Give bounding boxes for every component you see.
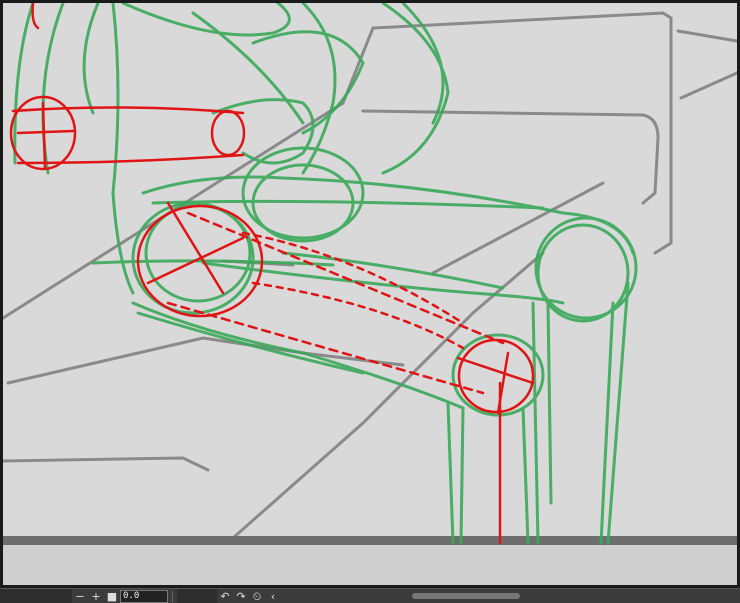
zoom-out-button[interactable]: − — [72, 590, 88, 603]
collapse-button[interactable]: ‹ — [265, 590, 281, 603]
floor-area — [3, 545, 737, 585]
horizontal-scrollbar[interactable] — [296, 591, 736, 601]
zoom-input[interactable]: 0.0 — [120, 589, 168, 603]
chevron-left-icon: ‹ — [270, 589, 276, 603]
canvas-navigation-bar: − + ■ 0.0 ↶ ↷ ⏲ ‹ — [0, 588, 740, 603]
zoom-in-button[interactable]: + — [88, 590, 104, 603]
drawing-canvas[interactable] — [3, 3, 737, 585]
square-icon: ■ — [106, 589, 118, 603]
canvas-frame — [0, 0, 740, 588]
reset-rotation-button[interactable]: ⏲ — [249, 590, 265, 603]
rotate-right-button[interactable]: ↷ — [233, 590, 249, 603]
reset-rotation-icon: ⏲ — [252, 589, 262, 603]
floor-line — [3, 536, 737, 545]
scrollbar-thumb[interactable] — [412, 593, 520, 599]
plus-icon: + — [91, 589, 101, 603]
rotate-right-icon: ↷ — [236, 589, 246, 603]
bar-spacer — [177, 589, 217, 603]
rotate-left-button[interactable]: ↶ — [217, 590, 233, 603]
rotate-left-icon: ↶ — [220, 589, 230, 603]
bar-spacer — [0, 589, 72, 603]
toolbar-separator — [172, 590, 173, 602]
green-construction-lines — [13, 3, 638, 545]
fit-to-window-button[interactable]: ■ — [104, 590, 120, 603]
minus-icon: − — [75, 589, 85, 603]
sketch-artwork — [3, 3, 737, 585]
